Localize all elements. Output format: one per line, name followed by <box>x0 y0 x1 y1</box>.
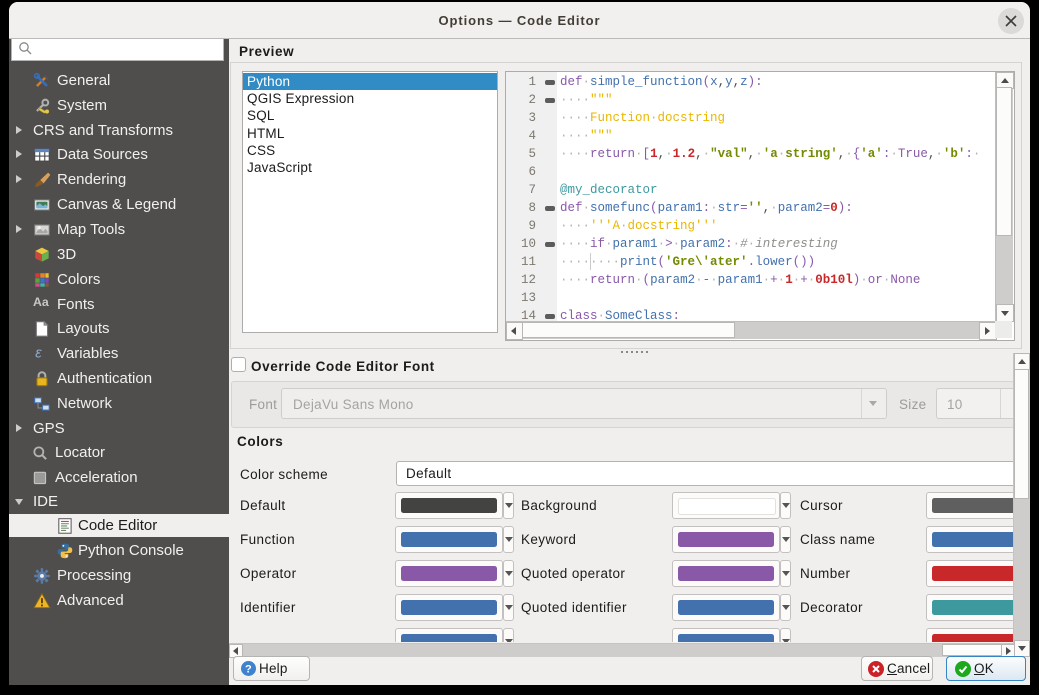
svg-text:?: ? <box>245 664 252 676</box>
